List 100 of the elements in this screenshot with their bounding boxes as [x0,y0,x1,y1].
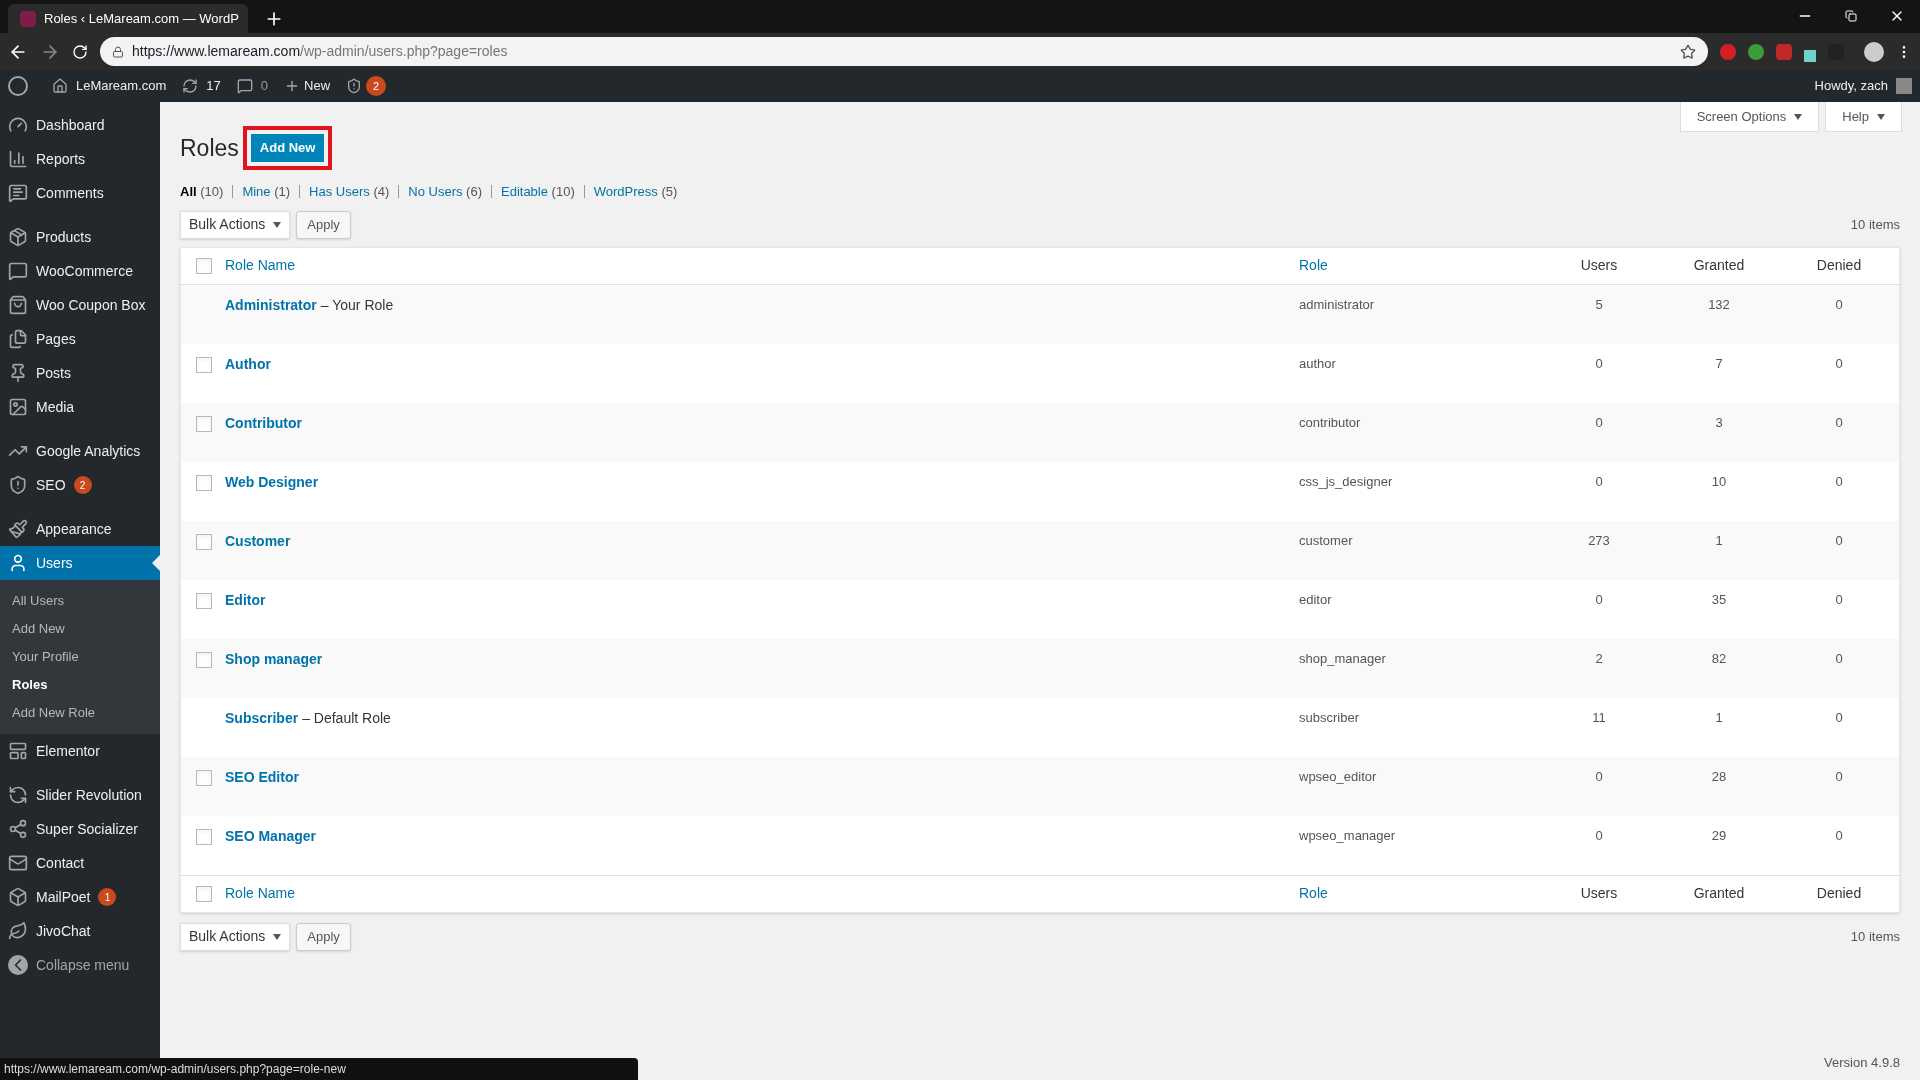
checkbox[interactable] [196,257,212,274]
filter-link[interactable]: Mine (1) [242,182,291,202]
browser-tab[interactable]: Roles ‹ LeMaream.com — WordP [8,4,248,33]
menu-item[interactable]: Appearance [0,512,160,546]
checkbox[interactable] [196,769,212,786]
menu-item[interactable]: Contact [0,846,160,880]
media-icon [8,397,28,417]
checkbox[interactable] [196,592,212,609]
menu-item[interactable]: Posts [0,356,160,390]
home-icon[interactable] [52,78,68,94]
checkbox[interactable] [196,651,212,668]
plus-icon[interactable] [284,78,300,94]
checkbox[interactable] [196,533,212,550]
menu-item[interactable]: Pages [0,322,160,356]
apply-button[interactable]: Apply [296,922,351,951]
checkbox[interactable] [196,356,212,373]
menu-item[interactable]: Collapse menu [0,948,160,982]
new-link[interactable]: New [304,76,331,96]
menu-item[interactable]: Super Socializer [0,812,160,846]
role-note: – Default Role [302,708,391,728]
address-field[interactable]: https://www.lemaream.com/wp-admin/users.php?page=roles [100,37,1708,66]
menu-item[interactable]: Dashboard [0,108,160,142]
screen-options-tab[interactable]: Screen Options [1679,102,1820,132]
seo-icon [8,475,28,495]
leaf-icon [8,921,28,941]
role-name-link[interactable]: SEO Manager [225,825,317,847]
role-name-link[interactable]: Customer [225,530,291,552]
column-header[interactable]: Role Name [225,257,296,273]
menu-item[interactable]: MailPoet 1 [0,880,160,914]
checkbox[interactable] [196,885,212,902]
role-name-link[interactable]: Administrator [225,294,317,316]
menu-item[interactable]: Products [0,220,160,254]
table-cell: wpseo_editor [1299,768,1377,784]
filter-link[interactable]: Has Users (4) [309,182,390,202]
checkbox[interactable] [196,828,212,845]
table-cell: 0 [1835,473,1843,489]
column-header[interactable]: Role Name [225,885,296,901]
submenu-item[interactable]: Your Profile [0,643,160,671]
menu-item[interactable]: Woo Coupon Box [0,288,160,322]
table-cell: 0 [1595,591,1603,607]
filter-link[interactable]: All (10) [180,182,224,202]
menu-item[interactable]: Users [0,546,160,580]
bulk-actions-select[interactable]: Bulk Actions [180,210,291,239]
bulk-actions-select[interactable]: Bulk Actions [180,922,291,951]
table-cell: 0 [1835,532,1843,548]
menu-item[interactable]: Slider Revolution [0,778,160,812]
table-cell: 0 [1835,296,1843,312]
submenu-item[interactable]: Add New [0,615,160,643]
role-name-link[interactable]: Author [225,353,271,375]
comments-count[interactable]: 0 [260,76,268,96]
updates-count[interactable]: 17 [206,76,221,96]
role-name-link[interactable]: Shop manager [225,648,323,670]
column-header: Granted [1693,885,1745,901]
table-cell: administrator [1299,296,1375,312]
menu-item[interactable]: WooCommerce [0,254,160,288]
filter-link[interactable]: Editable (10) [501,182,575,202]
column-header[interactable]: Role [1299,257,1328,273]
submenu-item[interactable]: Roles [0,671,160,699]
filter-link[interactable]: WordPress (5) [593,182,678,202]
role-name-link[interactable]: SEO Editor [225,766,299,788]
extension-icon[interactable] [1804,49,1816,62]
role-name-link[interactable]: Subscriber [225,707,299,729]
menu-item[interactable]: Reports [0,142,160,176]
howdy-link[interactable]: Howdy, zach [1814,76,1888,96]
table-cell: 28 [1711,768,1727,784]
menu-item[interactable]: SEO 2 [0,468,160,502]
add-new-button[interactable]: Add New [250,134,325,162]
apply-button[interactable]: Apply [296,210,351,239]
role-name-link[interactable]: Editor [225,589,266,611]
menu-item[interactable]: Elementor [0,734,160,768]
submenu-item[interactable]: All Users [0,587,160,615]
table-cell: 7 [1715,355,1723,371]
help-tab[interactable]: Help [1825,102,1902,132]
checkbox[interactable] [196,415,212,432]
menu-item[interactable]: Google Analytics [0,434,160,468]
table-cell: 0 [1835,414,1843,430]
profile-avatar[interactable] [1864,41,1884,62]
updates-icon[interactable] [182,78,199,94]
menu-item[interactable]: Media [0,390,160,424]
site-name-link[interactable]: LeMaream.com [76,76,167,96]
column-header: Users [1580,257,1618,273]
table-cell: wpseo_manager [1299,827,1396,843]
table-cell: 29 [1711,827,1727,843]
submenu-item[interactable]: Add New Role [0,699,160,727]
menu-item[interactable]: Comments [0,176,160,210]
bookmark-star-icon[interactable] [1680,43,1696,60]
reload-icon[interactable] [72,43,88,60]
table-cell: subscriber [1299,709,1359,725]
seo-icon[interactable] [346,78,363,94]
role-name-link[interactable]: Contributor [225,412,302,434]
filter-link[interactable]: No Users (6) [408,182,482,202]
collapse-icon [8,955,28,975]
column-header[interactable]: Role [1299,885,1328,901]
checkbox[interactable] [196,474,212,491]
role-name-link[interactable]: Web Designer [225,471,319,493]
current-pointer-icon [152,555,160,571]
extension-icon[interactable] [1748,43,1764,60]
table-cell: 0 [1595,768,1603,784]
menu-item[interactable]: JivoChat [0,914,160,948]
comments-icon[interactable] [236,78,253,94]
